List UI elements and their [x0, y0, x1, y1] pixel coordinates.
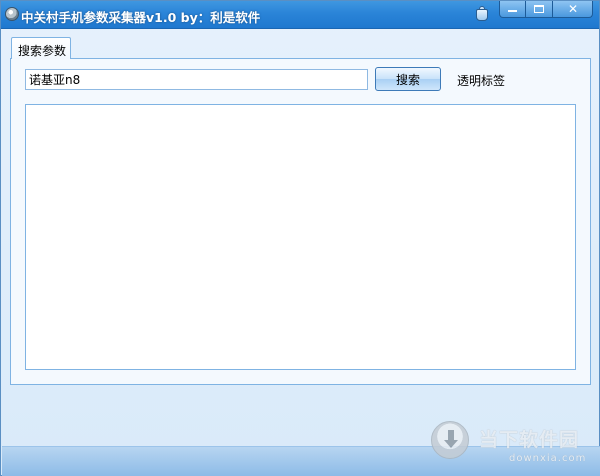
- search-button[interactable]: 搜索: [375, 67, 441, 91]
- tab-search-params[interactable]: 搜索参数: [11, 37, 71, 59]
- window-title: 中关村手机参数采集器v1.0 by：利是软件: [21, 10, 261, 25]
- minimize-icon: [508, 10, 517, 12]
- watermark: 当下软件园 downxia.com: [431, 421, 596, 473]
- skin-shirt-icon[interactable]: [475, 6, 489, 22]
- app-window: 中关村手机参数采集器v1.0 by：利是软件 ✕ 搜索参数 搜索 透明标签 当下…: [0, 0, 600, 476]
- maximize-button[interactable]: [526, 1, 553, 18]
- watermark-brand: 当下软件园: [479, 429, 580, 451]
- search-input[interactable]: [25, 69, 368, 90]
- minimize-button[interactable]: [499, 1, 526, 18]
- app-disc-icon: [5, 7, 19, 21]
- watermark-url: downxia.com: [509, 453, 587, 464]
- maximize-icon: [534, 5, 544, 13]
- transparent-tab-option[interactable]: 透明标签: [457, 72, 505, 89]
- close-icon: ✕: [568, 2, 579, 16]
- close-button[interactable]: ✕: [553, 1, 593, 18]
- download-logo-icon: [431, 421, 469, 459]
- tab-label: 搜索参数: [18, 44, 67, 58]
- results-area[interactable]: [25, 104, 576, 370]
- title-bar[interactable]: 中关村手机参数采集器v1.0 by：利是软件 ✕: [1, 1, 599, 29]
- window-controls: ✕: [499, 1, 593, 18]
